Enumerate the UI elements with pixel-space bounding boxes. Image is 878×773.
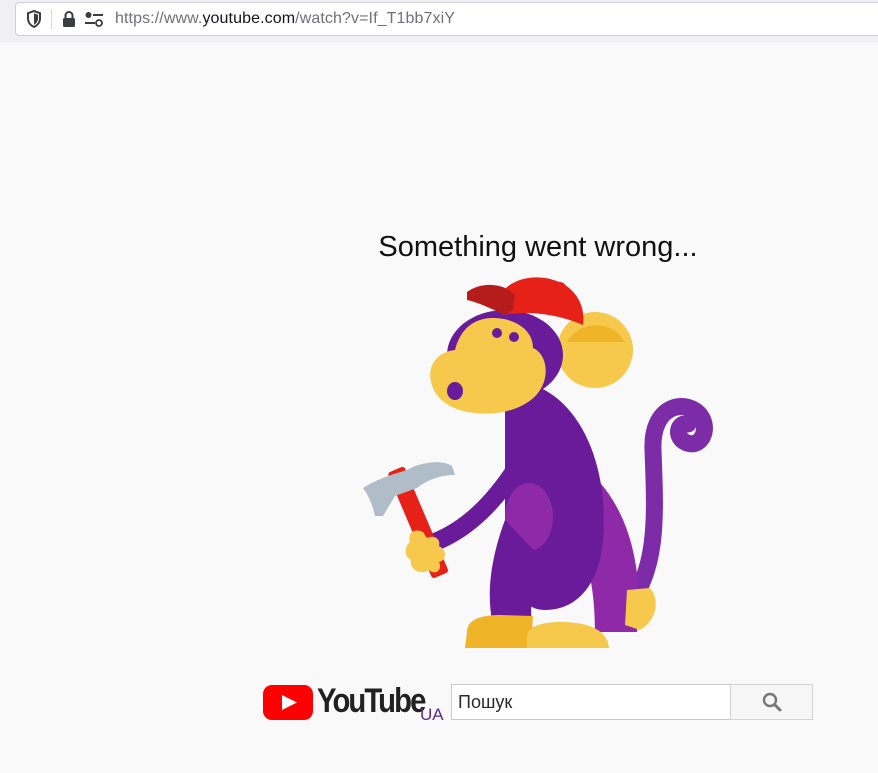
url-bar[interactable]: https://www.youtube.com/watch?v=If_T1bb7…: [15, 2, 878, 36]
url-host: youtube.com: [202, 10, 296, 27]
country-code: UA: [420, 705, 444, 724]
youtube-play-icon: [263, 685, 313, 720]
search-button[interactable]: [730, 684, 813, 720]
url-prefix: https://www.: [115, 10, 203, 27]
search-input[interactable]: [451, 684, 731, 720]
toolbar-separator: [51, 9, 52, 29]
permissions-icon[interactable]: [83, 3, 105, 35]
lock-icon[interactable]: [60, 3, 78, 35]
browser-toolbar: https://www.youtube.com/watch?v=If_T1bb7…: [0, 0, 878, 42]
youtube-logo[interactable]: YouTube UA: [263, 682, 448, 725]
url-path: /watch?v=If_T1bb7xiY: [295, 10, 456, 27]
search-icon: [762, 692, 781, 712]
shield-icon[interactable]: [24, 3, 44, 35]
youtube-wordmark: YouTube: [317, 682, 426, 720]
monkey-illustration: [363, 277, 713, 648]
url-text[interactable]: https://www.youtube.com/watch?v=If_T1bb7…: [115, 3, 455, 35]
error-title: Something went wrong...: [378, 231, 698, 263]
